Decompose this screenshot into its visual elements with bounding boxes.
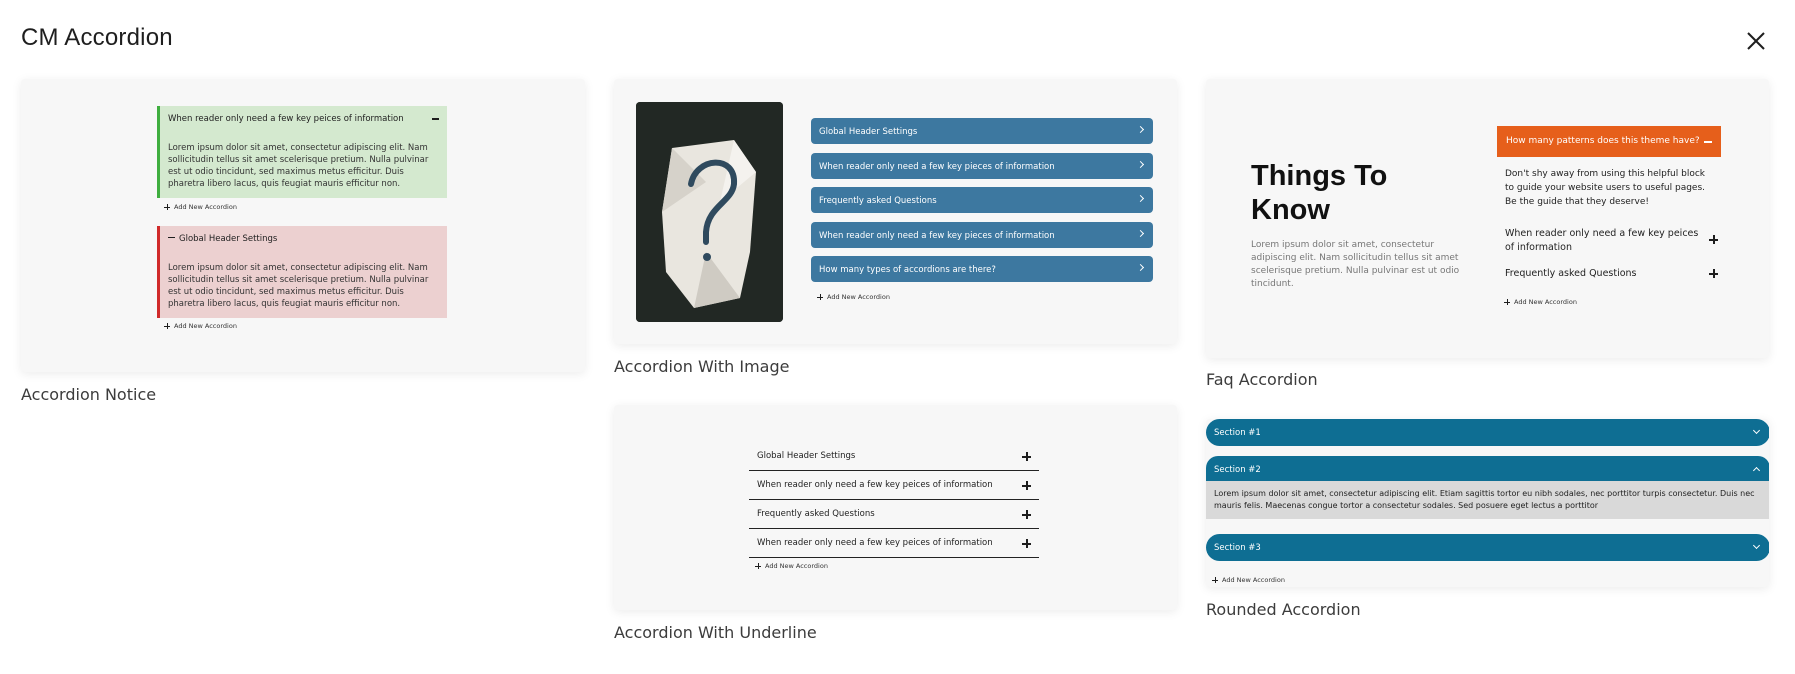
chevron-right-icon [1136,160,1145,169]
question-mark-image [636,102,783,322]
chevron-right-icon [1136,194,1145,203]
accordion-body: Lorem ipsum dolor sit amet, consectetur … [168,143,429,189]
accordion-item: When reader only need a few key pieces o… [811,153,1153,179]
add-new-accordion: Add New Accordion [164,203,237,211]
close-button[interactable] [1741,26,1771,56]
pattern-preview: Section #1 Section #2 Lorem ipsum dolor … [1206,419,1769,587]
notice-accordion-success: When reader only need a few key peices o… [157,106,447,198]
paper-question-image [636,102,783,322]
add-new-accordion: Add New Accordion [755,562,828,570]
pattern-caption: Accordion With Image [614,357,790,376]
accordion-item: Global Header Settings [811,118,1153,144]
minus-icon [432,118,439,120]
add-new-accordion: Add New Accordion [164,322,237,330]
chevron-right-icon [1136,229,1145,238]
pattern-preview: Global Header Settings When reader only … [614,79,1177,344]
chevron-up-icon [1752,466,1761,475]
accordion-item: Frequently asked Questions [811,187,1153,213]
pattern-preview: Things To Know Lorem ipsum dolor sit ame… [1206,79,1769,358]
accordion-body: Lorem ipsum dolor sit amet, consectetur … [1206,481,1769,519]
faq-question: Frequently asked Questions [1505,268,1637,279]
pattern-card-accordion-notice[interactable]: When reader only need a few key peices o… [21,79,585,409]
rounded-accordion-section: Section #1 [1206,419,1769,446]
plus-icon [164,323,170,329]
plus-icon [817,294,823,300]
pattern-caption: Accordion With Underline [614,623,817,642]
pattern-caption: Faq Accordion [1206,370,1318,389]
pattern-card-accordion-with-image[interactable]: Global Header Settings When reader only … [614,79,1177,379]
accordion-item: When reader only need a few key pieces o… [811,222,1153,248]
plus-icon [1022,510,1031,519]
add-new-accordion: Add New Accordion [1504,298,1577,306]
chevron-right-icon [1136,125,1145,134]
minus-icon [1704,141,1712,143]
plus-icon [1504,299,1510,305]
chevron-right-icon [1136,263,1145,272]
accordion-item: Global Header Settings [749,443,1039,471]
pattern-caption: Rounded Accordion [1206,600,1361,619]
plus-icon [164,204,170,210]
pattern-preview: When reader only need a few key peices o… [21,79,585,372]
plus-icon [1709,269,1718,278]
chevron-down-icon [1752,541,1761,550]
faq-answer: Don't shy away from using this helpful b… [1505,169,1706,207]
plus-icon [1022,539,1031,548]
faq-active-question: How many patterns does this theme have? [1497,126,1721,157]
notice-accordion-error: Global Header Settings Lorem ipsum dolor… [157,226,447,318]
plus-icon [755,563,761,569]
accordion-heading: When reader only need a few key peices o… [168,114,404,124]
add-new-accordion: Add New Accordion [1212,576,1285,584]
accordion-item: When reader only need a few key peices o… [749,530,1039,558]
rounded-accordion-section: Section #2 [1206,456,1769,483]
accordion-body: Lorem ipsum dolor sit amet, consectetur … [168,263,429,309]
faq-description: Lorem ipsum dolor sit amet, consectetur … [1251,240,1460,289]
pattern-card-rounded-accordion[interactable]: Section #1 Section #2 Lorem ipsum dolor … [1206,419,1769,624]
accordion-heading: Global Header Settings [168,234,438,244]
chevron-down-icon [1752,426,1761,435]
pattern-caption: Accordion Notice [21,385,157,404]
plus-icon [1022,481,1031,490]
plus-icon [1212,577,1218,583]
plus-icon [1709,235,1718,244]
accordion-item: Frequently asked Questions [749,501,1039,529]
accordion-item: How many types of accordions are there? [811,256,1153,282]
close-icon [1747,32,1765,50]
pattern-card-accordion-with-underline[interactable]: Global Header Settings When reader only … [614,405,1177,645]
pattern-preview: Global Header Settings When reader only … [614,405,1177,610]
add-new-accordion: Add New Accordion [817,293,890,301]
modal-title: CM Accordion [21,24,173,51]
pattern-card-faq-accordion[interactable]: Things To Know Lorem ipsum dolor sit ame… [1206,79,1769,389]
rounded-accordion-section: Section #3 [1206,534,1769,561]
faq-question: When reader only need a few key peices o… [1505,228,1699,253]
accordion-item: When reader only need a few key peices o… [749,472,1039,500]
minus-icon [168,236,175,238]
plus-icon [1022,452,1031,461]
faq-heading: Things To Know [1251,160,1388,226]
